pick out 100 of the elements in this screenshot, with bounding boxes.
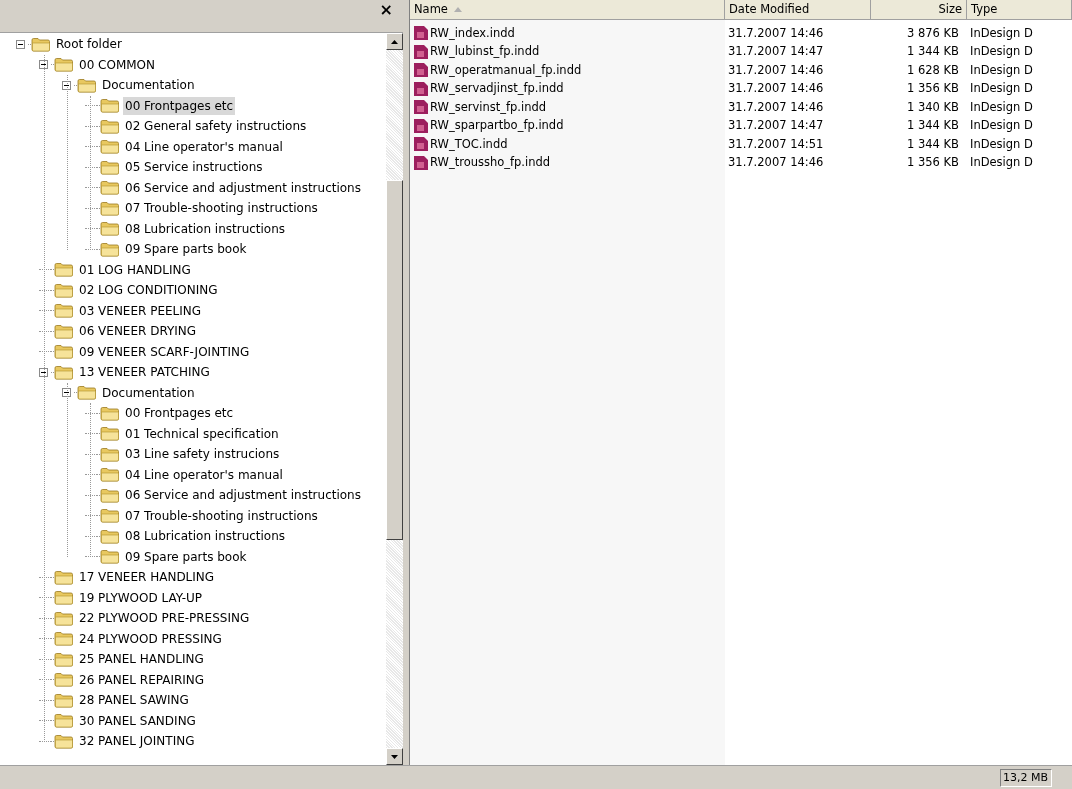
close-button[interactable]: × (379, 2, 393, 18)
folder-icon (54, 713, 74, 729)
folder-icon (100, 426, 120, 442)
table-cell: 31.7.2007 14:46 (728, 61, 824, 79)
tree-item[interactable]: Documentation (100, 76, 197, 95)
folder-icon (54, 282, 74, 298)
folder-icon (100, 467, 120, 483)
tree-item[interactable]: 19 PLYWOOD LAY-UP (77, 588, 205, 607)
table-cell: 3 876 KB (907, 24, 959, 42)
tree-item[interactable]: 09 VENEER SCARF-JOINTING (77, 342, 252, 361)
tree-item[interactable]: 09 Spare parts book (123, 240, 249, 259)
file-name[interactable]: RW_index.indd (430, 24, 515, 42)
table-cell: 31.7.2007 14:47 (728, 117, 824, 135)
collapse-toggle[interactable] (62, 80, 71, 90)
tree-item[interactable]: Documentation (100, 383, 197, 402)
file-name[interactable]: RW_servinst_fp.indd (430, 98, 547, 116)
file-name[interactable]: RW_troussho_fp.indd (430, 154, 551, 172)
column-header[interactable]: Name (410, 0, 725, 20)
tree-item[interactable]: 08 Lubrication instructions (123, 219, 288, 238)
table-cell: 1 356 KB (907, 154, 959, 172)
table-cell: 1 628 KB (907, 61, 959, 79)
scroll-up-button[interactable] (386, 33, 403, 50)
table-cell: InDesign D (970, 154, 1033, 172)
tree-item[interactable]: 06 Service and adjustment instructions (123, 486, 363, 505)
folder-icon (100, 159, 120, 175)
tree-item[interactable]: 07 Trouble-shooting instructions (123, 506, 320, 525)
tree-item[interactable]: 08 Lubrication instructions (123, 527, 288, 546)
file-name[interactable]: RW_lubinst_fp.indd (430, 43, 540, 61)
table-cell: InDesign D (970, 117, 1033, 135)
tree-item[interactable]: 04 Line operator's manual (123, 465, 285, 484)
tree-item[interactable]: 00 Frontpages etc (123, 96, 236, 115)
collapse-toggle[interactable] (39, 60, 48, 70)
file-name[interactable]: RW_servadjinst_fp.indd (430, 80, 564, 98)
tree-item[interactable]: 17 VENEER HANDLING (77, 568, 217, 587)
folder-icon (54, 323, 74, 339)
tree-item[interactable]: 06 VENEER DRYING (77, 322, 199, 341)
folder-icon (77, 77, 97, 93)
table-cell: InDesign D (970, 80, 1033, 98)
tree-item[interactable]: 07 Trouble-shooting instructions (123, 199, 320, 218)
table-cell: 1 344 KB (907, 135, 959, 153)
file-name[interactable]: RW_operatmanual_fp.indd (430, 61, 582, 79)
tree-item[interactable]: 02 LOG CONDITIONING (77, 281, 220, 300)
folder-icon (100, 487, 120, 503)
tree-item[interactable]: 28 PANEL SAWING (77, 691, 191, 710)
scroll-thumb[interactable] (386, 180, 403, 540)
folder-icon (54, 57, 74, 73)
table-cell: 31.7.2007 14:51 (728, 135, 824, 153)
down-arrow-icon (391, 754, 398, 759)
folder-icon (100, 405, 120, 421)
tree-item[interactable]: 01 LOG HANDLING (77, 260, 193, 279)
tree-item[interactable]: 02 General safety instructions (123, 117, 309, 136)
folder-icon (100, 180, 120, 196)
folder-icon (100, 139, 120, 155)
table-cell: 1 344 KB (907, 117, 959, 135)
folder-icon (31, 36, 51, 52)
up-arrow-icon (391, 39, 398, 44)
table-cell: 1 340 KB (907, 98, 959, 116)
folder-icon (54, 733, 74, 749)
column-header[interactable]: Type (967, 0, 1072, 20)
tree-item[interactable]: 24 PLYWOOD PRESSING (77, 629, 224, 648)
folder-icon (54, 303, 74, 319)
document-icon (413, 136, 429, 153)
tree-item[interactable]: 09 Spare parts book (123, 547, 249, 566)
collapse-toggle[interactable] (62, 388, 71, 398)
folder-icon (100, 508, 120, 524)
tree-item[interactable]: 06 Service and adjustment instructions (123, 178, 363, 197)
folder-icon (54, 610, 74, 626)
tree-item[interactable]: 00 COMMON (77, 55, 158, 74)
tree-item[interactable]: 05 Service instructions (123, 158, 265, 177)
folder-icon (100, 241, 120, 257)
folder-icon (54, 590, 74, 606)
folder-icon (100, 446, 120, 462)
tree-item[interactable]: 32 PANEL JOINTING (77, 732, 197, 751)
folder-icon (100, 221, 120, 237)
tree-item[interactable]: 13 VENEER PATCHING (77, 363, 212, 382)
status-size: 13,2 MB (1000, 769, 1052, 787)
folder-icon (54, 344, 74, 360)
tree-item[interactable]: 25 PANEL HANDLING (77, 650, 206, 669)
tree-item[interactable]: 04 Line operator's manual (123, 137, 285, 156)
file-name[interactable]: RW_sparpartbo_fp.indd (430, 117, 564, 135)
tree-item[interactable]: 30 PANEL SANDING (77, 711, 198, 730)
tree-item[interactable]: 03 Line safety instrucions (123, 445, 282, 464)
table-cell: InDesign D (970, 61, 1033, 79)
tree-item[interactable]: 26 PANEL REPAIRING (77, 670, 207, 689)
sort-arrow-icon (453, 7, 462, 12)
column-header[interactable]: Date Modified (725, 0, 871, 20)
tree-item[interactable]: 00 Frontpages etc (123, 404, 236, 423)
table-cell: 31.7.2007 14:46 (728, 80, 824, 98)
scroll-down-button[interactable] (386, 748, 403, 765)
column-header[interactable]: Size (871, 0, 967, 20)
tree-item[interactable]: 03 VENEER PEELING (77, 301, 204, 320)
table-cell: 1 356 KB (907, 80, 959, 98)
tree-item[interactable]: 01 Technical specification (123, 424, 281, 443)
table-cell: InDesign D (970, 135, 1033, 153)
collapse-toggle[interactable] (39, 367, 48, 377)
tree-item[interactable]: Root folder (54, 35, 124, 54)
folder-icon (100, 98, 120, 114)
file-name[interactable]: RW_TOC.indd (430, 135, 508, 153)
tree-item[interactable]: 22 PLYWOOD PRE-PRESSING (77, 609, 252, 628)
collapse-toggle[interactable] (16, 39, 25, 49)
